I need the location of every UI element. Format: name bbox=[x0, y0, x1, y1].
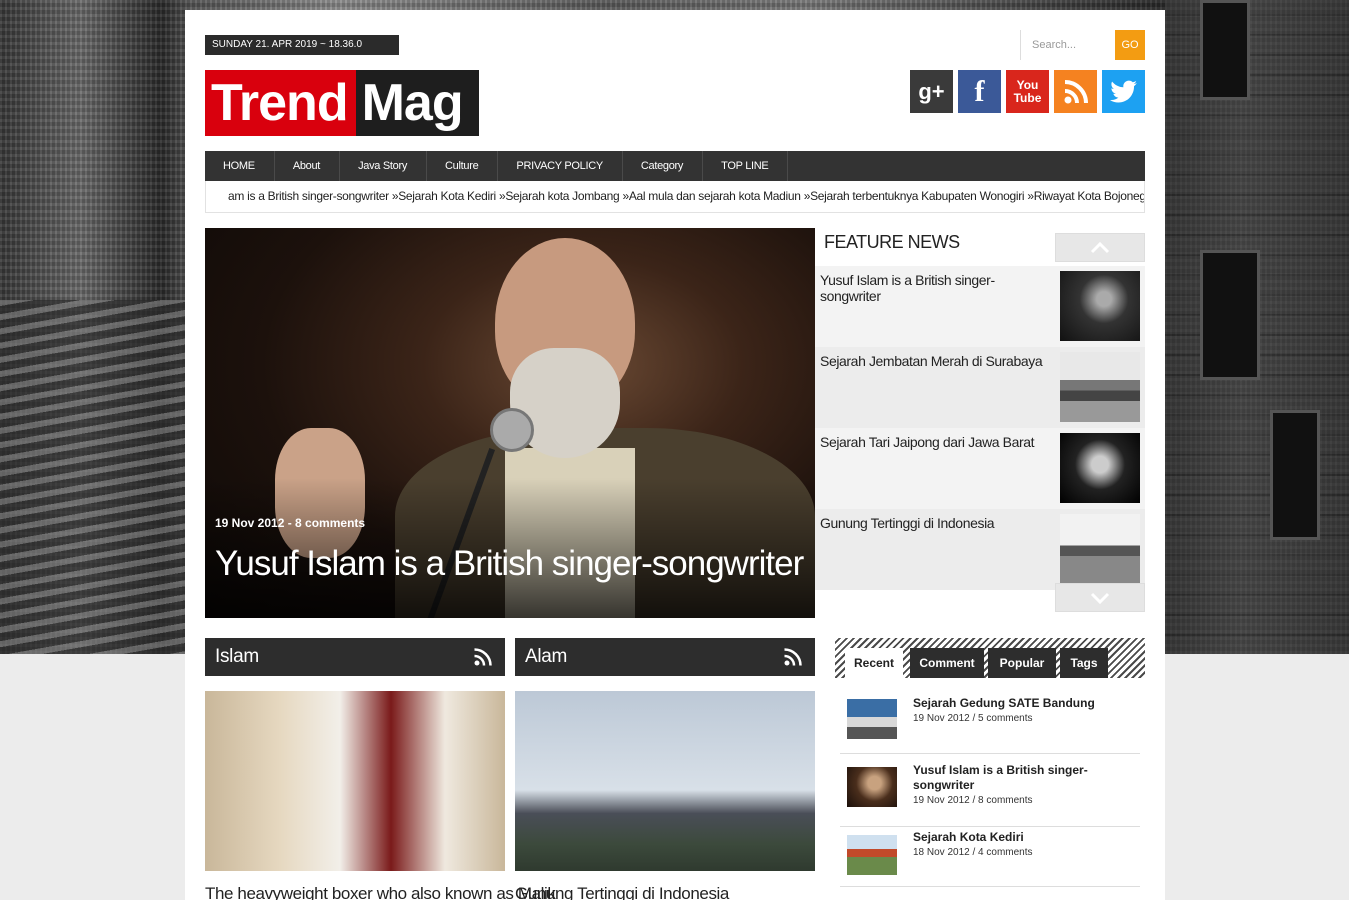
hero-photo-microphone bbox=[490, 408, 534, 452]
search-input[interactable]: Search... bbox=[1020, 30, 1115, 60]
chevron-up-icon bbox=[1090, 241, 1110, 253]
rss-icon[interactable] bbox=[783, 647, 803, 667]
feature-item-title: Sejarah Tari Jaipong dari Jawa Barat bbox=[820, 434, 1035, 450]
tab-popular[interactable]: Popular bbox=[988, 648, 1056, 678]
feature-item-thumbnail bbox=[1060, 352, 1140, 422]
background-stairs bbox=[0, 300, 185, 654]
facebook-icon[interactable]: f bbox=[958, 70, 1001, 113]
feature-item-thumbnail bbox=[1060, 514, 1140, 584]
feature-item-title: Gunung Tertinggi di Indonesia bbox=[820, 515, 995, 531]
recent-post-meta: 18 Nov 2012 / 4 comments bbox=[913, 847, 1033, 858]
nav-privacy-policy[interactable]: PRIVACY POLICY bbox=[498, 151, 623, 181]
recent-post-thumbnail bbox=[847, 699, 897, 739]
chevron-down-icon bbox=[1090, 592, 1110, 604]
nav-home[interactable]: HOME bbox=[205, 151, 275, 181]
feature-item-thumbnail bbox=[1060, 271, 1140, 341]
feature-item[interactable]: Sejarah Tari Jaipong dari Jawa Barat bbox=[815, 428, 1145, 509]
main-navigation: HOME About Java Story Culture PRIVACY PO… bbox=[205, 151, 1145, 181]
category-post-title[interactable]: The heavyweight boxer who also known as … bbox=[205, 884, 556, 900]
recent-post-item[interactable]: Sejarah Gedung SATE Bandung 19 Nov 2012 … bbox=[840, 690, 1140, 754]
recent-post-thumbnail bbox=[847, 835, 897, 875]
recent-post-meta: 19 Nov 2012 / 8 comments bbox=[913, 795, 1033, 806]
feature-up-arrow[interactable] bbox=[1055, 233, 1145, 262]
nav-category[interactable]: Category bbox=[623, 151, 704, 181]
google-plus-icon[interactable]: g+ bbox=[910, 70, 953, 113]
feature-item[interactable]: Gunung Tertinggi di Indonesia bbox=[815, 509, 1145, 590]
feature-item-title: Yusuf Islam is a British singer-songwrit… bbox=[820, 272, 995, 304]
category-name: Islam bbox=[215, 646, 259, 667]
feature-down-arrow[interactable] bbox=[1055, 583, 1145, 612]
nav-about[interactable]: About bbox=[275, 151, 341, 181]
category-header-islam[interactable]: Islam bbox=[205, 638, 505, 676]
recent-post-title: Sejarah Gedung SATE Bandung bbox=[913, 696, 1095, 710]
tabs-widget: Recent Comment Popular Tags bbox=[835, 638, 1145, 678]
date-bar: SUNDAY 21. APR 2019 ~ 18.36.0 bbox=[205, 35, 399, 55]
twitter-icon[interactable] bbox=[1102, 70, 1145, 113]
background-window bbox=[1270, 410, 1320, 540]
nav-culture[interactable]: Culture bbox=[427, 151, 499, 181]
recent-post-thumbnail bbox=[847, 767, 897, 807]
feature-item[interactable]: Yusuf Islam is a British singer-songwrit… bbox=[815, 266, 1145, 347]
site-logo[interactable]: Trend Mag bbox=[205, 70, 479, 136]
tab-comment[interactable]: Comment bbox=[910, 648, 984, 678]
recent-post-title: Sejarah Kota Kediri bbox=[913, 830, 1024, 844]
page-container: SUNDAY 21. APR 2019 ~ 18.36.0 Search... … bbox=[185, 10, 1165, 900]
logo-part-mag: Mag bbox=[355, 70, 479, 136]
background-window bbox=[1200, 250, 1260, 380]
feature-news-heading: FEATURE NEWS bbox=[824, 232, 960, 252]
tab-tags[interactable]: Tags bbox=[1060, 648, 1108, 678]
rss-icon[interactable] bbox=[473, 647, 493, 667]
nav-top-line[interactable]: TOP LINE bbox=[703, 151, 789, 181]
feature-item[interactable]: Sejarah Jembatan Merah di Surabaya bbox=[815, 347, 1145, 428]
background-window bbox=[1200, 0, 1250, 100]
news-ticker[interactable]: am is a British singer-songwriter »Sejar… bbox=[205, 181, 1145, 213]
hero-title[interactable]: Yusuf Islam is a British singer-songwrit… bbox=[215, 544, 804, 584]
feature-item-title: Sejarah Jembatan Merah di Surabaya bbox=[820, 353, 1043, 369]
recent-post-item[interactable]: Yusuf Islam is a British singer-songwrit… bbox=[840, 754, 1140, 827]
category-header-alam[interactable]: Alam bbox=[515, 638, 815, 676]
category-image-alam[interactable] bbox=[515, 691, 815, 871]
youtube-icon[interactable]: You Tube bbox=[1006, 70, 1049, 113]
category-name: Alam bbox=[525, 646, 568, 667]
recent-post-meta: 19 Nov 2012 / 5 comments bbox=[913, 713, 1033, 724]
logo-part-trend: Trend bbox=[205, 70, 356, 136]
recent-post-item[interactable]: Sejarah Kota Kediri 18 Nov 2012 / 4 comm… bbox=[840, 827, 1140, 887]
hero-slide[interactable]: 19 Nov 2012 - 8 comments Yusuf Islam is … bbox=[205, 228, 815, 618]
rss-icon[interactable] bbox=[1054, 70, 1097, 113]
hero-meta: 19 Nov 2012 - 8 comments bbox=[215, 516, 366, 530]
tab-recent[interactable]: Recent bbox=[845, 648, 903, 678]
category-image-islam[interactable] bbox=[205, 691, 505, 871]
category-post-title[interactable]: Gunung Tertinggi di Indonesia bbox=[515, 884, 729, 900]
recent-post-title: Yusuf Islam is a British singer-songwrit… bbox=[913, 763, 1088, 792]
nav-java-story[interactable]: Java Story bbox=[340, 151, 428, 181]
search-go-button[interactable]: GO bbox=[1115, 30, 1145, 60]
feature-item-thumbnail bbox=[1060, 433, 1140, 503]
